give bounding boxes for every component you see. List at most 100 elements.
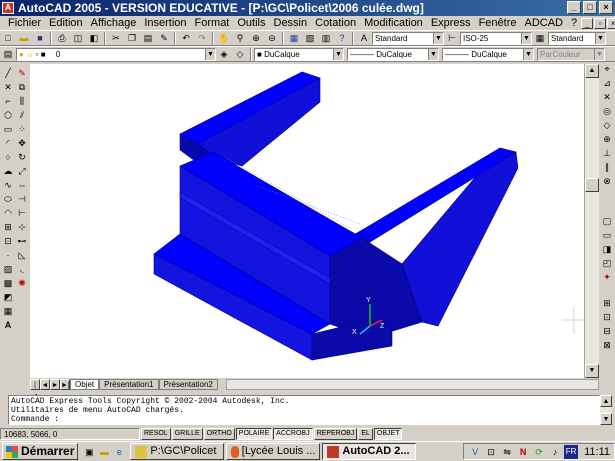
construction-line-icon[interactable]: ✕	[2, 82, 14, 93]
menu-fenetre[interactable]: Fenêtre	[475, 17, 521, 29]
menu-help[interactable]: ?	[567, 17, 581, 29]
polygon-icon[interactable]: ⬡	[2, 110, 14, 121]
line-icon[interactable]: ╱	[2, 68, 14, 79]
stretch-icon[interactable]: ⇔	[16, 180, 28, 191]
object-snap-nearest-icon[interactable]: ⊗	[601, 176, 613, 187]
view-side-icon[interactable]: ◨	[601, 244, 613, 255]
doc-close-button[interactable]: ×	[607, 17, 615, 29]
ucs-world-icon[interactable]: ⊞	[601, 298, 613, 309]
model-toggle[interactable]: OBJET	[373, 428, 403, 440]
polyline-icon[interactable]: ⌐	[2, 96, 14, 107]
drawing-area[interactable]: Y Z X	[30, 64, 584, 378]
tray-app-icon[interactable]: V	[468, 445, 482, 459]
move-icon[interactable]: ✥	[16, 138, 28, 149]
make-block-icon[interactable]: ⊡	[2, 236, 14, 247]
join-icon[interactable]: ⊷	[16, 236, 28, 247]
menu-cotation[interactable]: Cotation	[311, 17, 360, 29]
copy-icon[interactable]: ❐	[125, 32, 139, 45]
otrack-toggle[interactable]: REPEROBJ	[313, 428, 358, 440]
design-center-icon[interactable]: ▧	[303, 32, 317, 45]
chevron-down-icon[interactable]: ▼	[595, 32, 605, 44]
ellipse-icon[interactable]: ⬭	[2, 194, 14, 205]
scroll-up-button[interactable]: ▲	[585, 64, 599, 78]
tab-next-button[interactable]: ►	[50, 379, 60, 390]
tab-first-button[interactable]: |◄	[30, 379, 40, 400]
close-button[interactable]: ×	[599, 1, 613, 14]
rotate-icon[interactable]: ↻	[16, 152, 28, 163]
color-select[interactable]: ■ DuCalque ▼	[254, 47, 344, 61]
grid-toggle[interactable]: GRILLE	[171, 428, 203, 440]
internet-explorer-icon[interactable]: e	[112, 445, 126, 459]
menu-insertion[interactable]: Insertion	[140, 17, 190, 29]
chevron-down-icon[interactable]: ▼	[428, 48, 438, 60]
scroll-up-button[interactable]: ▲	[600, 395, 612, 407]
view-camera-icon[interactable]: ✦	[601, 272, 613, 283]
copy-object-icon[interactable]: ⧉	[16, 82, 28, 93]
spline-icon[interactable]: ∿	[2, 180, 14, 191]
object-snap-endpoint-icon[interactable]: ⌖	[601, 64, 613, 75]
coordinate-readout[interactable]: 10683, 5066, 0	[0, 428, 140, 440]
lineweight-select[interactable]: ——— DuCalque ▼	[442, 47, 534, 61]
tray-network-icon[interactable]: ⊡	[484, 445, 498, 459]
trim-icon[interactable]: ⊣	[16, 194, 28, 205]
undo-icon[interactable]: ↶	[179, 32, 193, 45]
scroll-thumb[interactable]	[585, 178, 599, 192]
object-snap-quadrant-icon[interactable]: ◇	[601, 120, 613, 131]
dim-style-select[interactable]: ISO-25 ▼	[460, 31, 532, 45]
doc-minimize-button[interactable]: _	[581, 17, 594, 29]
text-style-select[interactable]: Standard ▼	[372, 31, 444, 45]
properties-icon[interactable]: ▦	[287, 32, 301, 45]
arc-icon[interactable]: ◜	[2, 138, 14, 149]
osnap-toggle[interactable]: ACCROBJ	[273, 428, 313, 440]
new-file-icon[interactable]: □	[1, 32, 15, 45]
table-style-select[interactable]: Standard ▼	[548, 31, 606, 45]
lineweight-toggle[interactable]: EL	[358, 428, 373, 440]
tray-sync-icon[interactable]: ⟳	[532, 445, 546, 459]
command-prompt[interactable]: Commande :	[11, 415, 597, 424]
break-icon[interactable]: ⊹	[16, 222, 28, 233]
gradient-icon[interactable]: ▩	[2, 278, 14, 289]
object-snap-tangent-icon[interactable]: ⊕	[601, 134, 613, 145]
mtext-icon[interactable]: A	[2, 320, 14, 331]
insert-block-icon[interactable]: ⊞	[2, 222, 14, 233]
horizontal-scrollbar[interactable]	[225, 379, 599, 390]
chevron-down-icon[interactable]: ▼	[521, 32, 531, 44]
point-icon[interactable]: ·	[2, 250, 14, 261]
circle-icon[interactable]: ○	[2, 152, 14, 163]
minimize-button[interactable]: _	[567, 1, 581, 14]
autocad-app-icon[interactable]: A	[2, 2, 14, 14]
object-snap-midpoint-icon[interactable]: ⊿	[601, 78, 613, 89]
zoom-realtime-icon[interactable]: ⚲	[233, 32, 247, 45]
view-iso-icon[interactable]: ◰	[601, 258, 613, 269]
rectangle-icon[interactable]: ▭	[2, 124, 14, 135]
revision-cloud-icon[interactable]: ☁	[2, 166, 14, 177]
object-snap-parallel-icon[interactable]: ∥	[601, 162, 613, 173]
start-button[interactable]: Démarrer	[2, 443, 79, 460]
command-line-window[interactable]: AutoCAD Express Tools Copyright © 2002-2…	[8, 395, 600, 425]
tab-layout2[interactable]: Présentation2	[158, 379, 218, 390]
polar-toggle[interactable]: POLAIRE	[235, 428, 273, 440]
help-icon[interactable]: ?	[335, 32, 349, 45]
maximize-button[interactable]: □	[583, 1, 597, 14]
extend-icon[interactable]: ⊢	[16, 208, 28, 219]
scroll-down-button[interactable]: ▼	[585, 364, 599, 378]
snap-toggle[interactable]: RESOL	[141, 428, 171, 440]
ellipse-arc-icon[interactable]: ◠	[2, 208, 14, 219]
erase-icon[interactable]: ✎	[16, 68, 28, 79]
task-explorer-window[interactable]: P:\GC\Policet	[130, 443, 225, 460]
open-folder-icon[interactable]: ▬	[17, 32, 31, 45]
tray-connection-icon[interactable]: ⇋	[500, 445, 514, 459]
object-snap-center-icon[interactable]: ◎	[601, 106, 613, 117]
ucs-origin-icon[interactable]: ⊡	[601, 312, 613, 323]
tray-language-icon[interactable]: FR	[564, 444, 579, 459]
match-properties-icon[interactable]: ✎	[157, 32, 171, 45]
object-snap-perpendicular-icon[interactable]: ⊥	[601, 148, 613, 159]
task-browser-window[interactable]: [Lycée Louis ...	[226, 443, 321, 460]
publish-icon[interactable]: ◧	[87, 32, 101, 45]
region-icon[interactable]: ◩	[2, 292, 14, 303]
redo-icon[interactable]: ↷	[195, 32, 209, 45]
dim-style-icon[interactable]: ⊢	[445, 32, 459, 45]
menu-affichage[interactable]: Affichage	[87, 17, 141, 29]
vertical-scrollbar[interactable]: ▲ ▼	[584, 64, 599, 378]
chevron-down-icon[interactable]: ▼	[333, 48, 343, 60]
